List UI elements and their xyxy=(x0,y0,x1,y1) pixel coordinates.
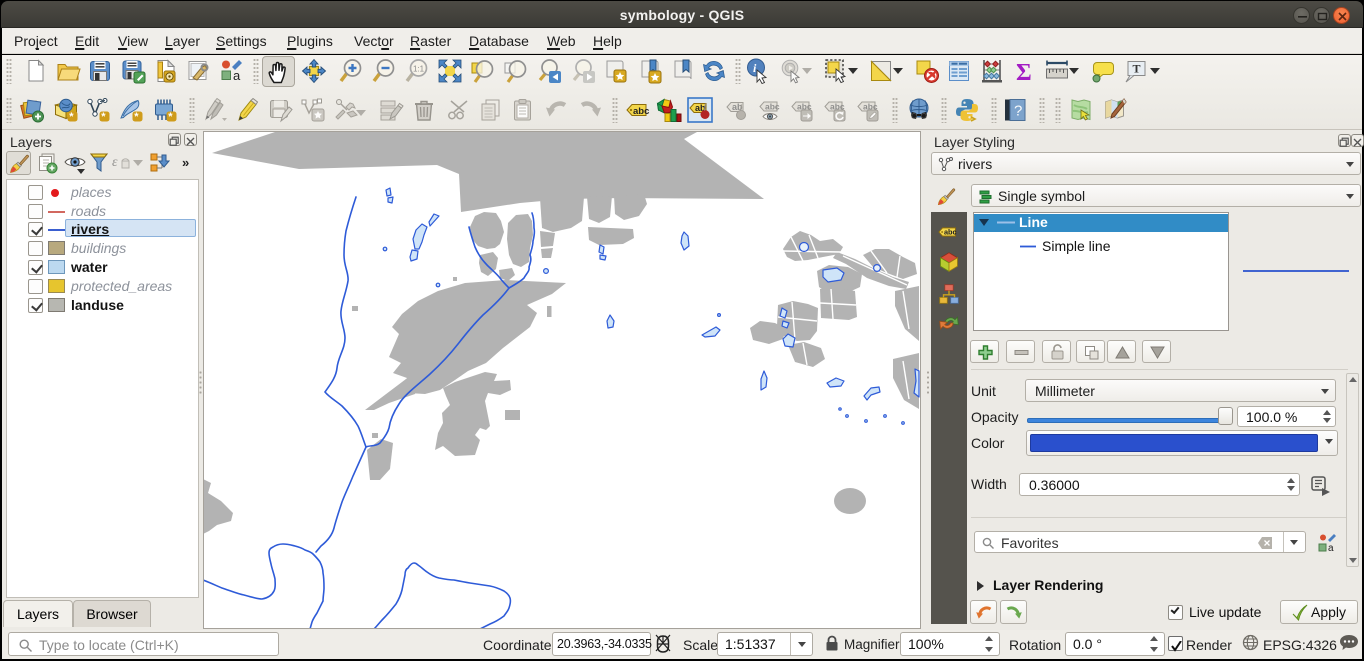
svg-text:ε: ε xyxy=(112,155,118,170)
svg-text:T: T xyxy=(1133,62,1141,76)
svg-text:*: * xyxy=(101,111,106,123)
svg-text:a: a xyxy=(233,68,241,83)
svg-text:?: ? xyxy=(1014,103,1022,120)
svg-text:1:1: 1:1 xyxy=(413,65,425,74)
svg-text:abc: abc xyxy=(765,102,780,112)
svg-text:abc: abc xyxy=(944,228,957,237)
svg-text:*: * xyxy=(69,111,74,123)
svg-text:*: * xyxy=(134,111,139,123)
svg-text:*: * xyxy=(168,111,173,123)
svg-text:Σ: Σ xyxy=(1016,60,1032,84)
svg-text:abc: abc xyxy=(633,106,649,117)
svg-text:a: a xyxy=(1328,543,1334,553)
